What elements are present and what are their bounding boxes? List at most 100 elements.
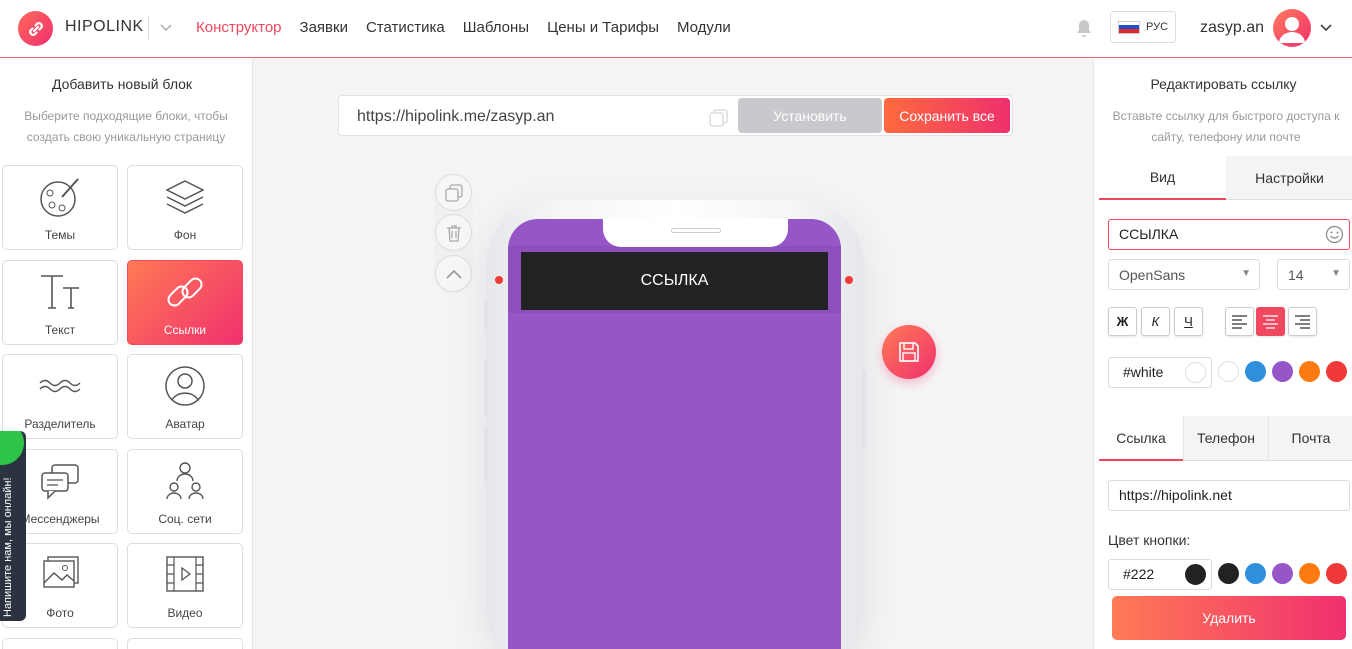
logo-text[interactable]: HIPOLINK bbox=[65, 18, 144, 36]
link-text-input[interactable]: ССЫЛКА bbox=[1108, 219, 1350, 250]
sidebar-title: Добавить новый блок bbox=[51, 76, 193, 92]
tile-label: Разделитель bbox=[24, 417, 96, 431]
tile-divider[interactable]: Разделитель bbox=[2, 354, 118, 439]
color-swatch-orange[interactable] bbox=[1299, 563, 1320, 584]
color-swatch-blue[interactable] bbox=[1245, 563, 1266, 584]
color-swatch-blue[interactable] bbox=[1245, 361, 1266, 382]
resize-handle-right[interactable] bbox=[845, 276, 853, 284]
text-color-input[interactable]: #white bbox=[1108, 357, 1212, 388]
phone-side-button bbox=[862, 370, 866, 450]
sidebar-subtitle: Выберите подходящие блоки, чтобы создать… bbox=[24, 109, 228, 144]
font-size-value: 14 bbox=[1288, 267, 1304, 283]
nav-constructor[interactable]: Конструктор bbox=[196, 19, 282, 36]
save-all-button[interactable]: Сохранить все bbox=[884, 98, 1010, 133]
align-left-icon bbox=[1232, 314, 1247, 329]
tab-link[interactable]: Ссылка bbox=[1099, 416, 1183, 461]
color-swatch-purple[interactable] bbox=[1272, 563, 1293, 584]
tile-avatar[interactable]: Аватар bbox=[127, 354, 243, 439]
align-left-button[interactable] bbox=[1225, 307, 1254, 336]
tile-label: Соц. сети bbox=[158, 512, 212, 526]
move-up-button[interactable] bbox=[435, 255, 472, 292]
save-block-button[interactable] bbox=[882, 325, 936, 379]
tile-themes[interactable]: Темы bbox=[2, 165, 118, 250]
chevron-up-icon bbox=[445, 269, 462, 279]
phone-notch bbox=[603, 219, 788, 247]
block-tools bbox=[434, 173, 473, 294]
color-preview-swatch bbox=[1185, 564, 1206, 585]
avatar[interactable] bbox=[1273, 9, 1311, 47]
tab-settings[interactable]: Настройки bbox=[1226, 156, 1352, 200]
phone-side-button bbox=[484, 426, 488, 482]
color-swatch-purple[interactable] bbox=[1272, 361, 1293, 382]
tile-video[interactable]: Видео bbox=[127, 543, 243, 628]
online-chat-tab[interactable]: Напишите нам, мы онлайн! bbox=[0, 431, 26, 621]
panel-subtitle: Вставьте ссылку для быстрого доступа к с… bbox=[1112, 109, 1340, 144]
tile-label: Темы bbox=[44, 228, 76, 242]
logo-icon[interactable] bbox=[18, 11, 53, 46]
link-url-input[interactable]: https://hipolink.net bbox=[1108, 480, 1350, 511]
tile-links[interactable]: Ссылки bbox=[127, 260, 243, 345]
text-color-value: #white bbox=[1123, 364, 1164, 380]
color-swatch-black[interactable] bbox=[1218, 563, 1239, 584]
tile-text[interactable]: Текст bbox=[2, 260, 118, 345]
tab-email[interactable]: Почта bbox=[1268, 416, 1352, 461]
tile-label: Фон bbox=[173, 228, 197, 242]
resize-handle-left[interactable] bbox=[495, 276, 503, 284]
editor-canvas: https://hipolink.me/zasyp.an Установить … bbox=[254, 59, 1093, 649]
font-family-select[interactable]: OpenSans ▼ bbox=[1108, 259, 1260, 290]
panel-title: Редактировать ссылку bbox=[1150, 76, 1297, 92]
tile-more[interactable] bbox=[127, 638, 243, 649]
nav-pricing[interactable]: Цены и Тарифы bbox=[547, 19, 659, 36]
color-preview-swatch bbox=[1185, 362, 1206, 383]
trash-icon bbox=[446, 224, 461, 242]
tile-background[interactable]: Фон bbox=[127, 165, 243, 250]
nav-requests[interactable]: Заявки bbox=[300, 19, 348, 36]
phone-side-button bbox=[484, 360, 488, 416]
dropdown-arrow-icon: ▼ bbox=[1331, 268, 1341, 279]
tab-view[interactable]: Вид bbox=[1099, 156, 1226, 200]
underline-button[interactable]: Ч bbox=[1174, 307, 1203, 336]
italic-button[interactable]: К bbox=[1141, 307, 1170, 336]
install-button[interactable]: Установить bbox=[738, 98, 882, 133]
color-swatch-red[interactable] bbox=[1326, 361, 1347, 382]
color-swatch-white[interactable] bbox=[1218, 361, 1239, 382]
top-bar: HIPOLINK Конструктор Заявки Статистика Ш… bbox=[0, 0, 1352, 58]
delete-button[interactable]: Удалить bbox=[1112, 596, 1346, 640]
dropdown-arrow-icon: ▼ bbox=[1241, 268, 1251, 279]
bell-icon[interactable] bbox=[1075, 18, 1093, 38]
social-people-icon bbox=[166, 462, 204, 500]
panel-tabs: Вид Настройки bbox=[1099, 156, 1352, 200]
chevron-down-icon[interactable] bbox=[158, 20, 174, 36]
phone-side-button bbox=[484, 300, 488, 330]
font-family-value: OpenSans bbox=[1119, 267, 1186, 283]
chevron-down-icon[interactable] bbox=[1319, 21, 1333, 35]
language-selector[interactable]: РУС bbox=[1110, 11, 1176, 43]
page-url[interactable]: https://hipolink.me/zasyp.an bbox=[357, 108, 554, 126]
emoji-icon[interactable] bbox=[1325, 225, 1344, 244]
font-size-select[interactable]: 14 ▼ bbox=[1277, 259, 1350, 290]
duplicate-button[interactable] bbox=[435, 174, 472, 211]
button-color-value: #222 bbox=[1123, 566, 1155, 582]
tile-more[interactable] bbox=[2, 638, 118, 649]
delete-block-button[interactable] bbox=[435, 214, 472, 251]
color-swatch-red[interactable] bbox=[1326, 563, 1347, 584]
align-center-button[interactable] bbox=[1256, 307, 1285, 336]
nav-modules[interactable]: Модули bbox=[677, 19, 731, 36]
button-color-input[interactable]: #222 bbox=[1108, 559, 1212, 590]
copy-icon[interactable] bbox=[709, 109, 729, 127]
layers-icon bbox=[165, 180, 205, 214]
page-url-bar: https://hipolink.me/zasyp.an Установить … bbox=[338, 95, 1013, 136]
link-block-preview[interactable]: ССЫЛКА bbox=[521, 252, 828, 310]
username[interactable]: zasyp.an bbox=[1200, 19, 1264, 37]
bold-button[interactable]: Ж bbox=[1108, 307, 1137, 336]
divider bbox=[148, 16, 149, 40]
nav-templates[interactable]: Шаблоны bbox=[463, 19, 529, 36]
language-label: РУС bbox=[1145, 21, 1169, 33]
nav-statistics[interactable]: Статистика bbox=[366, 19, 445, 36]
color-swatch-orange[interactable] bbox=[1299, 361, 1320, 382]
align-right-button[interactable] bbox=[1288, 307, 1317, 336]
tab-phone[interactable]: Телефон bbox=[1183, 416, 1268, 461]
duplicate-icon bbox=[444, 183, 463, 202]
tile-social[interactable]: Соц. сети bbox=[127, 449, 243, 534]
film-icon bbox=[166, 556, 204, 592]
